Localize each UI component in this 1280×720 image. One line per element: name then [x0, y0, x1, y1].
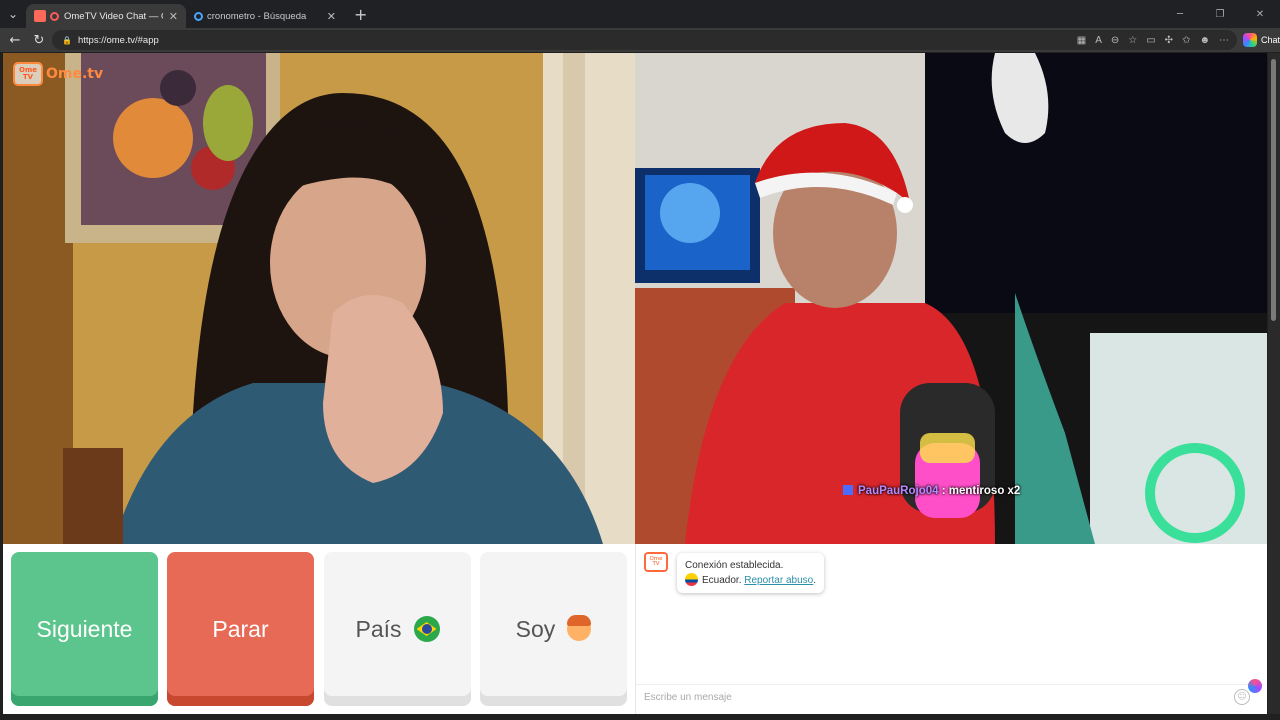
- chat-button-label: Chat: [1260, 35, 1280, 45]
- self-video: PauPauRojo04 : mentiroso x2: [635, 53, 1267, 544]
- back-arrow-icon[interactable]: ←: [0, 33, 30, 48]
- new-tab-plus-icon[interactable]: +: [354, 5, 367, 24]
- stop-button-label: Parar: [212, 615, 269, 642]
- self-video-frame: [635, 53, 1267, 544]
- apps-icon[interactable]: ▦: [1077, 35, 1086, 46]
- chat-overlay-message: PauPauRojo04 : mentiroso x2: [843, 485, 1020, 497]
- country-name: Ecuador.: [702, 575, 742, 586]
- user-avatar-square-icon: [843, 485, 853, 495]
- window-controls: ─ ❐ ✕: [1160, 0, 1280, 28]
- report-abuse-link[interactable]: Reportar abuso: [744, 575, 813, 586]
- connection-status-text: Conexión establecida.: [685, 560, 784, 571]
- stop-button[interactable]: Parar: [167, 552, 314, 706]
- chat-panel: Ome TV Conexión establecida. Ecuador. Re…: [635, 544, 1267, 714]
- gender-button[interactable]: Soy: [480, 552, 627, 706]
- ometv-logo[interactable]: Ome TV Ome.tv: [13, 62, 103, 86]
- country-line: Ecuador. Reportar abuso.: [685, 573, 816, 588]
- browser-tab-strip: ⌄ OmeTV Video Chat — Omegle ✕ cronometro…: [0, 0, 1280, 28]
- address-bar-actions: ▦ A ⊖ ☆ ▭ ✣ ✩ ☻ ⋯: [1077, 35, 1237, 46]
- camera-in-use-icon[interactable]: ▭: [1146, 35, 1155, 46]
- ometv-favicon-icon: [34, 10, 46, 22]
- boy-face-icon: [567, 615, 592, 641]
- message-input-placeholder: Escribe un mensaje: [644, 692, 732, 703]
- country-filter-button[interactable]: País: [324, 552, 471, 706]
- tab-ometv[interactable]: OmeTV Video Chat — Omegle ✕: [26, 4, 186, 28]
- recording-indicator-icon: [50, 11, 59, 21]
- extensions-icon[interactable]: ✣: [1165, 35, 1173, 46]
- tab-title: cronometro - Búsqueda: [207, 10, 307, 22]
- more-menu-icon[interactable]: ⋯: [1219, 35, 1229, 46]
- tracking-icon[interactable]: ⊖: [1111, 35, 1119, 46]
- translate-icon[interactable]: A: [1095, 35, 1102, 46]
- emoji-icon[interactable]: ☺: [1234, 689, 1250, 705]
- search-favicon-icon: [194, 11, 203, 21]
- message-input[interactable]: Escribe un mensaje: [636, 684, 1264, 710]
- favorites-icon[interactable]: ✩: [1182, 35, 1190, 46]
- reload-icon[interactable]: ↻: [30, 33, 48, 48]
- gender-button-label: Soy: [515, 615, 556, 642]
- ometv-tv-icon: Ome TV: [13, 62, 43, 86]
- minimize-icon[interactable]: ─: [1160, 0, 1200, 28]
- tab-list-chevron-icon[interactable]: ⌄: [0, 0, 26, 28]
- ecuador-flag-icon: [685, 573, 698, 586]
- close-tab-icon[interactable]: ✕: [169, 10, 178, 23]
- brazil-flag-icon: [413, 616, 440, 642]
- copilot-chat-button[interactable]: Chat: [1242, 33, 1280, 47]
- brand-name: Ome.tv: [46, 66, 104, 82]
- url-text: https://ome.tv/#app: [77, 34, 159, 46]
- address-bar[interactable]: 🔒 https://ome.tv/#app ▦ A ⊖ ☆ ▭ ✣ ✩ ☻ ⋯: [52, 30, 1237, 50]
- page-scrollbar[interactable]: [1268, 53, 1280, 714]
- overlay-username: PauPauRojo04: [858, 485, 939, 497]
- overlay-text: : mentiroso x2: [938, 485, 1021, 497]
- system-message-bubble: Conexión establecida. Ecuador. Reportar …: [677, 553, 824, 593]
- favorite-star-icon[interactable]: ☆: [1128, 35, 1137, 46]
- ometv-app: Ome TV Ome.tv PauPauRojo04: mentiroso x…: [3, 53, 1267, 714]
- country-button-label: País: [355, 615, 402, 642]
- profile-icon[interactable]: ☻: [1199, 35, 1210, 46]
- maximize-icon[interactable]: ❐: [1200, 0, 1240, 28]
- control-panel: Siguiente Parar País Soy: [3, 544, 635, 714]
- next-button-label: Siguiente: [36, 615, 133, 642]
- next-button[interactable]: Siguiente: [11, 552, 158, 706]
- copilot-logo-icon: [1242, 33, 1257, 47]
- scrollbar-thumb[interactable]: [1271, 59, 1276, 321]
- site-info-icon[interactable]: 🔒: [62, 36, 72, 45]
- stranger-video-frame: [3, 53, 635, 544]
- close-window-icon[interactable]: ✕: [1240, 0, 1280, 28]
- report-suffix: .: [813, 575, 816, 586]
- browser-toolbar: ← ↻ 🔒 https://ome.tv/#app ▦ A ⊖ ☆ ▭ ✣ ✩ …: [0, 28, 1280, 52]
- tab-search[interactable]: cronometro - Búsqueda ✕: [186, 4, 344, 28]
- stranger-video: Ome TV Ome.tv: [3, 53, 635, 544]
- close-tab-icon[interactable]: ✕: [327, 10, 336, 23]
- copilot-floating-icon[interactable]: [1248, 679, 1262, 693]
- tab-title: OmeTV Video Chat — Omegle: [64, 10, 163, 22]
- ometv-chat-logo-icon: Ome TV: [644, 552, 668, 572]
